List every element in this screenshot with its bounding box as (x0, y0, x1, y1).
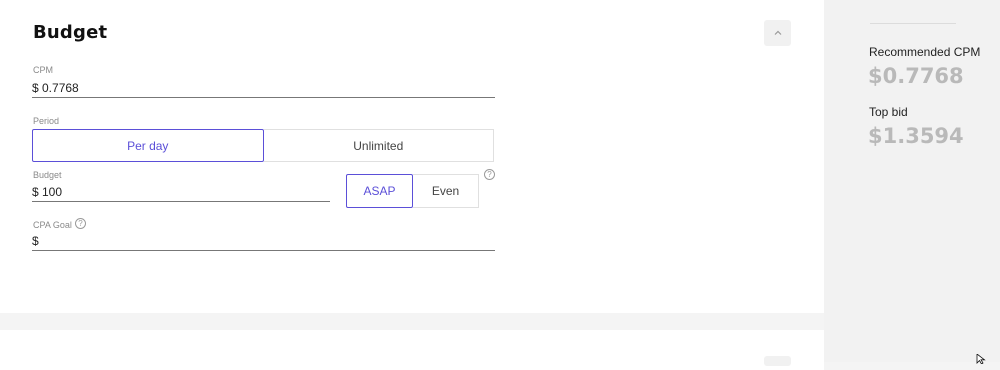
cpm-label: CPM (33, 65, 53, 75)
pacing-asap-option[interactable]: ASAP (346, 174, 413, 208)
section-title: Budget (33, 22, 108, 43)
pacing-help-icon[interactable]: ? (484, 169, 495, 180)
cpa-goal-help-icon[interactable]: ? (75, 218, 86, 229)
period-per-day-option[interactable]: Per day (32, 129, 264, 162)
budget-label: Budget (33, 170, 62, 180)
recommended-cpm-label: Recommended CPM (869, 45, 981, 59)
cpa-goal-label: CPA Goal (33, 220, 72, 230)
period-toggle: Per day Unlimited (32, 129, 494, 162)
stats-divider (870, 23, 956, 24)
next-section-card (0, 330, 824, 370)
top-bid-value: $1.3594 (868, 124, 964, 148)
top-bid-label: Top bid (869, 105, 908, 119)
pacing-even-option[interactable]: Even (413, 174, 479, 208)
budget-input[interactable] (32, 182, 330, 202)
cpa-goal-input[interactable] (32, 231, 495, 251)
period-unlimited-option[interactable]: Unlimited (263, 129, 494, 162)
recommended-cpm-value: $0.7768 (868, 64, 964, 88)
pacing-toggle: ASAP Even (346, 174, 479, 208)
cpm-input[interactable] (32, 78, 495, 98)
next-section-collapse-button[interactable] (764, 356, 791, 366)
mouse-cursor-icon (976, 354, 986, 364)
chevron-up-icon (774, 30, 781, 35)
collapse-button[interactable] (764, 20, 791, 46)
period-label: Period (33, 116, 60, 126)
